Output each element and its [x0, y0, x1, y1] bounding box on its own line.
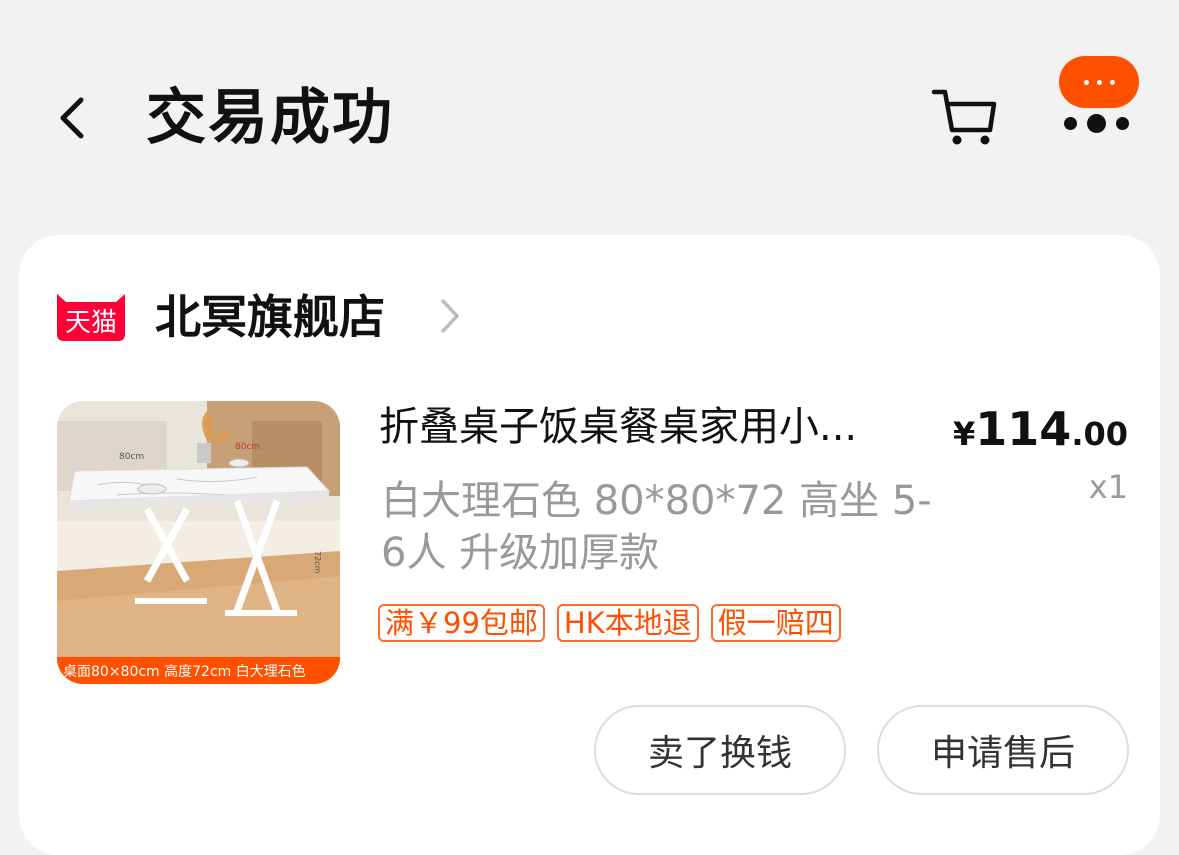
cart-icon: [931, 89, 997, 145]
product-name[interactable]: 折叠桌子饭桌餐桌家用小...: [379, 399, 939, 455]
cart-button[interactable]: [930, 84, 1002, 150]
shop-name[interactable]: 北冥旗舰店: [155, 287, 385, 347]
price-decimal: .00: [1071, 415, 1128, 453]
more-dots-icon: [1064, 114, 1129, 133]
image-height-label: 72cm: [313, 551, 322, 574]
message-bubble-icon: [1059, 56, 1139, 108]
page-title: 交易成功: [146, 83, 394, 153]
image-caption: 桌面80×80cm 高度72cm 白大理石色: [63, 663, 306, 680]
chevron-right-icon: [441, 299, 459, 333]
order-card: 天猫 北冥旗舰店 80cm 80cm 72cm 桌面80×80cm 高度72cm…: [19, 235, 1160, 855]
sell-for-cash-button[interactable]: 卖了换钱: [594, 705, 846, 795]
tag-local-return: HK本地退: [556, 604, 699, 642]
image-width-label: 80cm: [119, 452, 144, 462]
product-image[interactable]: 80cm 80cm 72cm 桌面80×80cm 高度72cm 白大理石色: [57, 401, 340, 684]
back-button[interactable]: [44, 88, 100, 148]
tag-free-shipping: 满￥99包邮: [378, 604, 545, 642]
product-price: ¥114.00: [953, 403, 1128, 466]
after-sale-button[interactable]: 申请售后: [877, 705, 1129, 795]
shop-link[interactable]: [433, 293, 467, 339]
price-symbol: ¥: [953, 415, 976, 453]
product-sku: 白大理石色 80*80*72 高坐 5-6人 升级加厚款: [381, 478, 932, 576]
image-depth-label: 80cm: [235, 442, 260, 452]
more-menu-button[interactable]: [1056, 52, 1142, 134]
tag-authentic-guarantee: 假一赔四: [710, 604, 841, 642]
tmall-badge-text: 天猫: [65, 308, 117, 338]
product-quantity: x1: [1088, 468, 1128, 506]
price-integer: 114: [975, 402, 1072, 456]
service-tags: 满￥99包邮 HK本地退 假一赔四: [378, 604, 841, 642]
tmall-logo: 天猫: [57, 294, 125, 341]
chevron-left-icon: [60, 97, 84, 139]
